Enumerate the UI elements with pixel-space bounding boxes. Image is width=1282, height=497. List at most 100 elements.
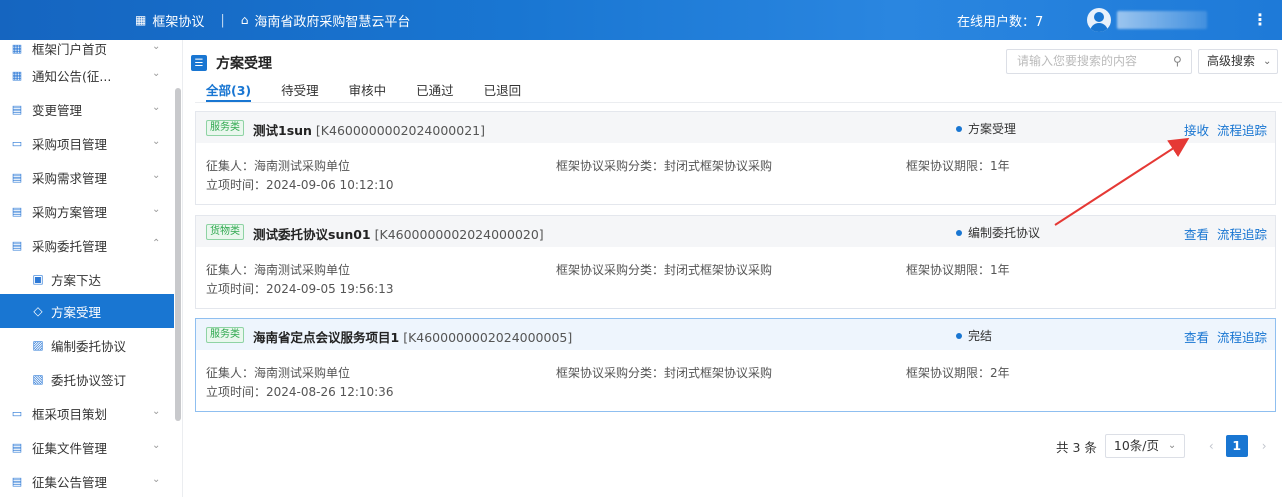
view-link[interactable]: 查看 [1184,330,1209,345]
project-name: 海南省定点会议服务项目1 [253,330,400,345]
edit-doc-icon: ▨ [32,338,44,352]
avatar[interactable] [1087,8,1111,32]
sidebar-item-label: 委托协议签订 [51,372,127,388]
project-code: [K4600000002024000021] [315,123,485,138]
sidebar-item-projects[interactable]: ▭ 采购项目管理 ⌄ [0,126,174,160]
doc-icon: ▤ [11,238,23,252]
chevron-down-icon: ⌄ [152,102,161,113]
doc-edit-icon: ▤ [11,102,23,116]
sidebar-item-collection-notices[interactable]: ▤ 征集公告管理 ⌄ [0,464,174,497]
home-icon: ⌂ [240,13,249,27]
sidebar-item-notices[interactable]: ▦ 通知公告(征... ⌄ [0,58,174,92]
status-badge: 方案受理 [956,120,1016,137]
sidebar-item-entrust[interactable]: ▤ 采购委托管理 ⌃ [0,228,174,262]
search-icon[interactable]: ⚲ [1173,50,1182,73]
time-field: 立项时间：2024-08-26 12:10:36 [206,385,394,399]
chevron-down-icon: ⌄ [152,170,161,181]
sidebar-scrollbar[interactable] [175,88,181,421]
category-field: 框架协议采购分类：封闭式框架协议采购 [556,263,773,277]
doc-icon: ▤ [11,474,23,488]
sidebar-item-label: 征集公告管理 [32,474,108,490]
sidebar-item-project-planning[interactable]: ▭ 框采项目策划 ⌄ [0,396,174,430]
top-nav: ▦ 框架协议 | ⌂ 海南省政府采购智慧云平台 [135,0,410,40]
user-name-blurred[interactable] [1117,11,1207,29]
category-field: 框架协议采购分类：封闭式框架协议采购 [556,159,773,173]
card-actions: 接收 流程追踪 [1184,120,1275,139]
status-text: 编制委托协议 [968,226,1041,240]
view-link[interactable]: 查看 [1184,227,1209,242]
sidebar-sub-plan-issue[interactable]: ▣ 方案下达 [0,262,174,296]
doc-icon: ▤ [11,204,23,218]
list-icon: ☰ [191,55,207,71]
card-actions: 查看 流程追踪 [1184,327,1275,346]
chevron-down-icon: ⌄ [152,474,161,485]
sidebar-item-label: 框架门户首页 [32,41,108,57]
collector-field: 征集人：海南测试采购单位 [206,263,351,277]
category-field: 框架协议采购分类：封闭式框架协议采购 [556,366,773,380]
more-vertical-icon[interactable]: ⋮ [1252,10,1268,29]
sidebar-item-demand[interactable]: ▤ 采购需求管理 ⌄ [0,160,174,194]
tab-divider [195,102,1282,103]
doc-icon: ▤ [11,170,23,184]
sidebar-sub-plan-accept[interactable]: ◇ 方案受理 [0,294,174,328]
period-field: 框架协议期限：1年 [906,159,1010,173]
sidebar-item-label: 采购项目管理 [32,136,108,152]
search-input[interactable]: 请输入您要搜索的内容 ⚲ [1006,49,1192,74]
sidebar-item-label: 采购需求管理 [32,170,108,186]
sidebar-item-plan[interactable]: ▤ 采购方案管理 ⌄ [0,194,174,228]
sidebar-item-label: 采购委托管理 [32,238,108,254]
card-title[interactable]: 测试1sun [K4600000002024000021] [253,120,485,139]
tab-approved[interactable]: 已通过 [416,80,454,102]
card-title[interactable]: 测试委托协议sun01 [K4600000002024000020] [253,224,544,243]
doc-icon: ▤ [11,440,23,454]
project-code: [K4600000002024000020] [374,227,544,242]
sidebar-item-label: 征集文件管理 [32,440,108,456]
project-name: 测试委托协议sun01 [253,227,371,242]
sidebar-item-change[interactable]: ▤ 变更管理 ⌄ [0,92,174,126]
chevron-up-icon: ⌃ [152,238,161,249]
diamond-icon: ◇ [33,304,43,318]
tab-all[interactable]: 全部(3) [206,80,252,102]
advanced-search-select[interactable]: 高级搜索 ⌄ [1198,49,1278,74]
sidebar-item-label: 框采项目策划 [32,406,108,422]
collector-field: 征集人：海南测试采购单位 [206,366,351,380]
tab-returned[interactable]: 已退回 [484,80,522,102]
time-field: 立项时间：2024-09-05 19:56:13 [206,282,394,296]
page-title-text: 方案受理 [216,56,272,72]
card-title[interactable]: 海南省定点会议服务项目1 [K4600000002024000005] [253,327,572,346]
trace-link[interactable]: 流程追踪 [1217,227,1267,242]
sidebar-item-collection-docs[interactable]: ▤ 征集文件管理 ⌄ [0,430,174,464]
period-field: 框架协议期限：1年 [906,263,1010,277]
platform-link[interactable]: 海南省政府采购智慧云平台 [254,11,410,30]
status-dot [956,229,962,236]
total-count: 共 3 条 [1056,439,1097,455]
sidebar-item-label: 采购方案管理 [32,204,108,220]
grid-icon: ▦ [11,41,23,55]
status-dot [956,125,962,132]
sidebar: ▦ 框架门户首页 ⌄ ▦ 通知公告(征... ⌄ ▤ 变更管理 ⌄ ▭ 采购项目… [0,40,183,497]
status-tabs: 全部(3) 待受理 审核中 已通过 已退回 [206,80,551,102]
card-actions: 查看 流程追踪 [1184,224,1275,243]
sign-doc-icon: ▧ [32,372,44,386]
receive-link[interactable]: 接收 [1184,123,1209,138]
sidebar-sub-sign-agreement[interactable]: ▧ 委托协议签订 [0,362,174,396]
page-number[interactable]: 1 [1225,435,1248,457]
period-field: 框架协议期限：2年 [906,366,1010,380]
module-link[interactable]: 框架协议 [152,11,204,30]
category-tag: 货物类 [206,224,244,240]
trace-link[interactable]: 流程追踪 [1217,123,1267,138]
next-page-icon[interactable]: › [1262,439,1267,453]
list-item: 货物类 测试委托协议sun01 [K4600000002024000020] 编… [195,215,1276,309]
tab-pending[interactable]: 待受理 [281,80,319,102]
top-bar: ▦ 框架协议 | ⌂ 海南省政府采购智慧云平台 在线用户数：7 ⋮ [0,0,1282,40]
prev-page-icon[interactable]: ‹ [1209,439,1214,453]
sidebar-sub-draft-agreement[interactable]: ▨ 编制委托协议 [0,328,174,362]
chevron-down-icon: ⌄ [152,440,161,451]
sidebar-item-label: 方案受理 [51,304,102,320]
sidebar-item-label: 编制委托协议 [51,338,127,354]
tab-reviewing[interactable]: 审核中 [349,80,387,102]
sidebar-item-label: 变更管理 [32,102,83,118]
page-size-select[interactable]: 10条/页 ⌄ [1104,434,1185,458]
trace-link[interactable]: 流程追踪 [1217,330,1267,345]
main-content: ☰ 方案受理 请输入您要搜索的内容 ⚲ 高级搜索 ⌄ 全部(3) 待受理 审核中… [183,40,1282,497]
